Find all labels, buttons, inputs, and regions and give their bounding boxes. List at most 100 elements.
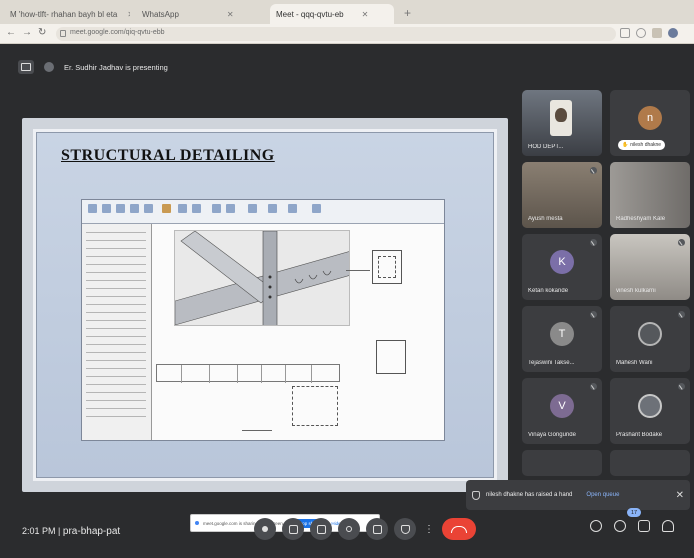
lock-icon[interactable] (60, 30, 66, 37)
participant-tile-partial[interactable] (610, 450, 690, 476)
steel-beam-drawing (175, 231, 349, 325)
emoji-button[interactable] (338, 518, 360, 540)
participant-name: Prashant Bodake (616, 432, 663, 438)
participant-avatar (638, 322, 662, 346)
emoji-icon (346, 526, 352, 532)
participant-name: Mahesh Wani (616, 360, 653, 366)
raised-hand-notification: nilesh dhakne has raised a hand Open que… (466, 480, 690, 510)
ribbon-icon (178, 204, 187, 213)
people-icon[interactable] (614, 520, 626, 532)
activities-icon[interactable] (662, 520, 674, 532)
slide-title: STRUCTURAL DETAILING (61, 147, 275, 164)
address-bar[interactable]: meet.google.com/qiq-qvtu-ebb (56, 27, 616, 41)
meeting-info: 2:01 PM | pra-bhap-pat (22, 526, 120, 537)
profile-avatar[interactable] (668, 28, 678, 38)
info-icon[interactable] (590, 520, 602, 532)
more-vert-icon: ⋮ (424, 523, 434, 535)
meeting-code: pra-bhap-pat (62, 526, 121, 537)
mic-off-icon (590, 383, 597, 390)
reload-icon[interactable]: ↻ (38, 27, 46, 38)
close-icon[interactable]: ✕ (676, 490, 684, 501)
forward-icon[interactable]: → (22, 27, 32, 38)
close-tab-icon[interactable]: ✕ (227, 10, 234, 19)
presenter-label: Er. Sudhir Jadhav is presenting (64, 62, 168, 72)
star-icon[interactable] (636, 28, 646, 38)
participant-tile[interactable]: vinesh kulkarni (610, 234, 690, 300)
ribbon-icon (192, 204, 201, 213)
participant-avatar: n (638, 106, 662, 130)
participant-tile-partial[interactable] (522, 450, 602, 476)
extension-icon[interactable] (652, 28, 662, 38)
browser-tab-meet[interactable]: Meet - qqq-qvtu-eb ✕ (270, 4, 394, 24)
chat-icon[interactable] (638, 520, 650, 532)
mic-off-icon (590, 167, 597, 174)
participant-tile[interactable]: Prashant Bodake (610, 378, 690, 444)
browser-tab-bar: M 'how-tlft- rhahan bayh bl eta ✕ WhatsA… (0, 0, 694, 24)
presentation-slide: STRUCTURAL DETAILING (36, 132, 494, 478)
browser-tab-mail[interactable]: M 'how-tlft- rhahan bayh bl eta ✕ (4, 4, 130, 24)
ribbon-icon (268, 204, 277, 213)
participant-tile[interactable]: HOD DEPT... (522, 90, 602, 156)
close-tab-icon[interactable]: ✕ (127, 10, 130, 19)
participant-name: HOD DEPT... (528, 144, 564, 150)
ribbon-icon (288, 204, 297, 213)
participant-name: vinesh kulkarni (616, 288, 656, 294)
back-icon[interactable]: ← (6, 27, 16, 38)
mic-button[interactable] (254, 518, 276, 540)
participant-tile[interactable]: T Tejaswini Takse... (522, 306, 602, 372)
ribbon-icon (102, 204, 111, 213)
open-queue-button[interactable]: Open queue (586, 492, 619, 498)
cad-schedule-table (156, 364, 340, 383)
new-tab-icon[interactable]: + (404, 6, 411, 20)
cad-screenshot (81, 199, 445, 441)
close-tab-icon[interactable]: ✕ (362, 10, 369, 19)
base-plate-drawing (292, 386, 338, 426)
raise-hand-button[interactable] (394, 518, 416, 540)
url-text: meet.google.com/qiq-qvtu-ebb (70, 29, 165, 36)
participant-tile[interactable]: Mahesh Wani (610, 306, 690, 372)
present-button[interactable] (366, 518, 388, 540)
detail-plate-inner (378, 256, 396, 278)
dimension-line (242, 430, 272, 431)
ribbon-icon (248, 204, 257, 213)
end-call-button[interactable] (442, 518, 476, 540)
participant-avatar: T (550, 322, 574, 346)
cad-ribbon (82, 200, 444, 224)
participant-name: Ketan kokande (528, 288, 569, 294)
ribbon-icon (162, 204, 171, 213)
present-icon (372, 524, 382, 534)
ribbon-icon (130, 204, 139, 213)
share-indicator-icon (195, 521, 199, 525)
browser-toolbar: ← → ↻ meet.google.com/qiq-qvtu-ebb (0, 24, 694, 44)
call-controls: ⋮ (254, 514, 476, 544)
mic-off-icon (678, 311, 685, 318)
shared-screen: STRUCTURAL DETAILING meet.google.com is … (22, 118, 508, 532)
mic-off-icon (678, 239, 685, 246)
captions-button[interactable] (310, 518, 332, 540)
meeting-time: 2:01 PM (22, 526, 56, 536)
cad-properties-panel (82, 224, 152, 440)
hand-icon: ✋ (622, 142, 629, 148)
participant-name: Tejaswini Takse... (528, 360, 575, 366)
participant-tile[interactable]: V Vinaya Gongunde (522, 378, 602, 444)
participant-tile[interactable]: K Ketan kokande (522, 234, 602, 300)
ribbon-icon (226, 204, 235, 213)
ribbon-icon (312, 204, 321, 213)
cast-icon[interactable] (620, 28, 630, 38)
presentation-icon[interactable] (18, 60, 34, 74)
camera-button[interactable] (282, 518, 304, 540)
participant-tile[interactable]: n ✋ nilesh dhakne (610, 90, 690, 156)
separator: | (58, 526, 61, 536)
participant-tile[interactable]: Ayush mesta (522, 162, 602, 228)
more-options-button[interactable]: ⋮ (422, 518, 436, 540)
ribbon-icon (212, 204, 221, 213)
participant-name: Radheshyam Kale (616, 216, 666, 222)
participant-tile[interactable]: Radheshyam Kale (610, 162, 690, 228)
tab-label: WhatsApp (142, 9, 179, 19)
participant-avatar (638, 394, 662, 418)
browser-tab-whatsapp[interactable]: WhatsApp ✕ (136, 4, 252, 24)
cad-3d-view (174, 230, 350, 326)
tab-label: M 'how-tlft- rhahan bayh bl eta (10, 9, 118, 19)
captions-icon (316, 524, 326, 534)
participant-name: Vinaya Gongunde (528, 432, 576, 438)
